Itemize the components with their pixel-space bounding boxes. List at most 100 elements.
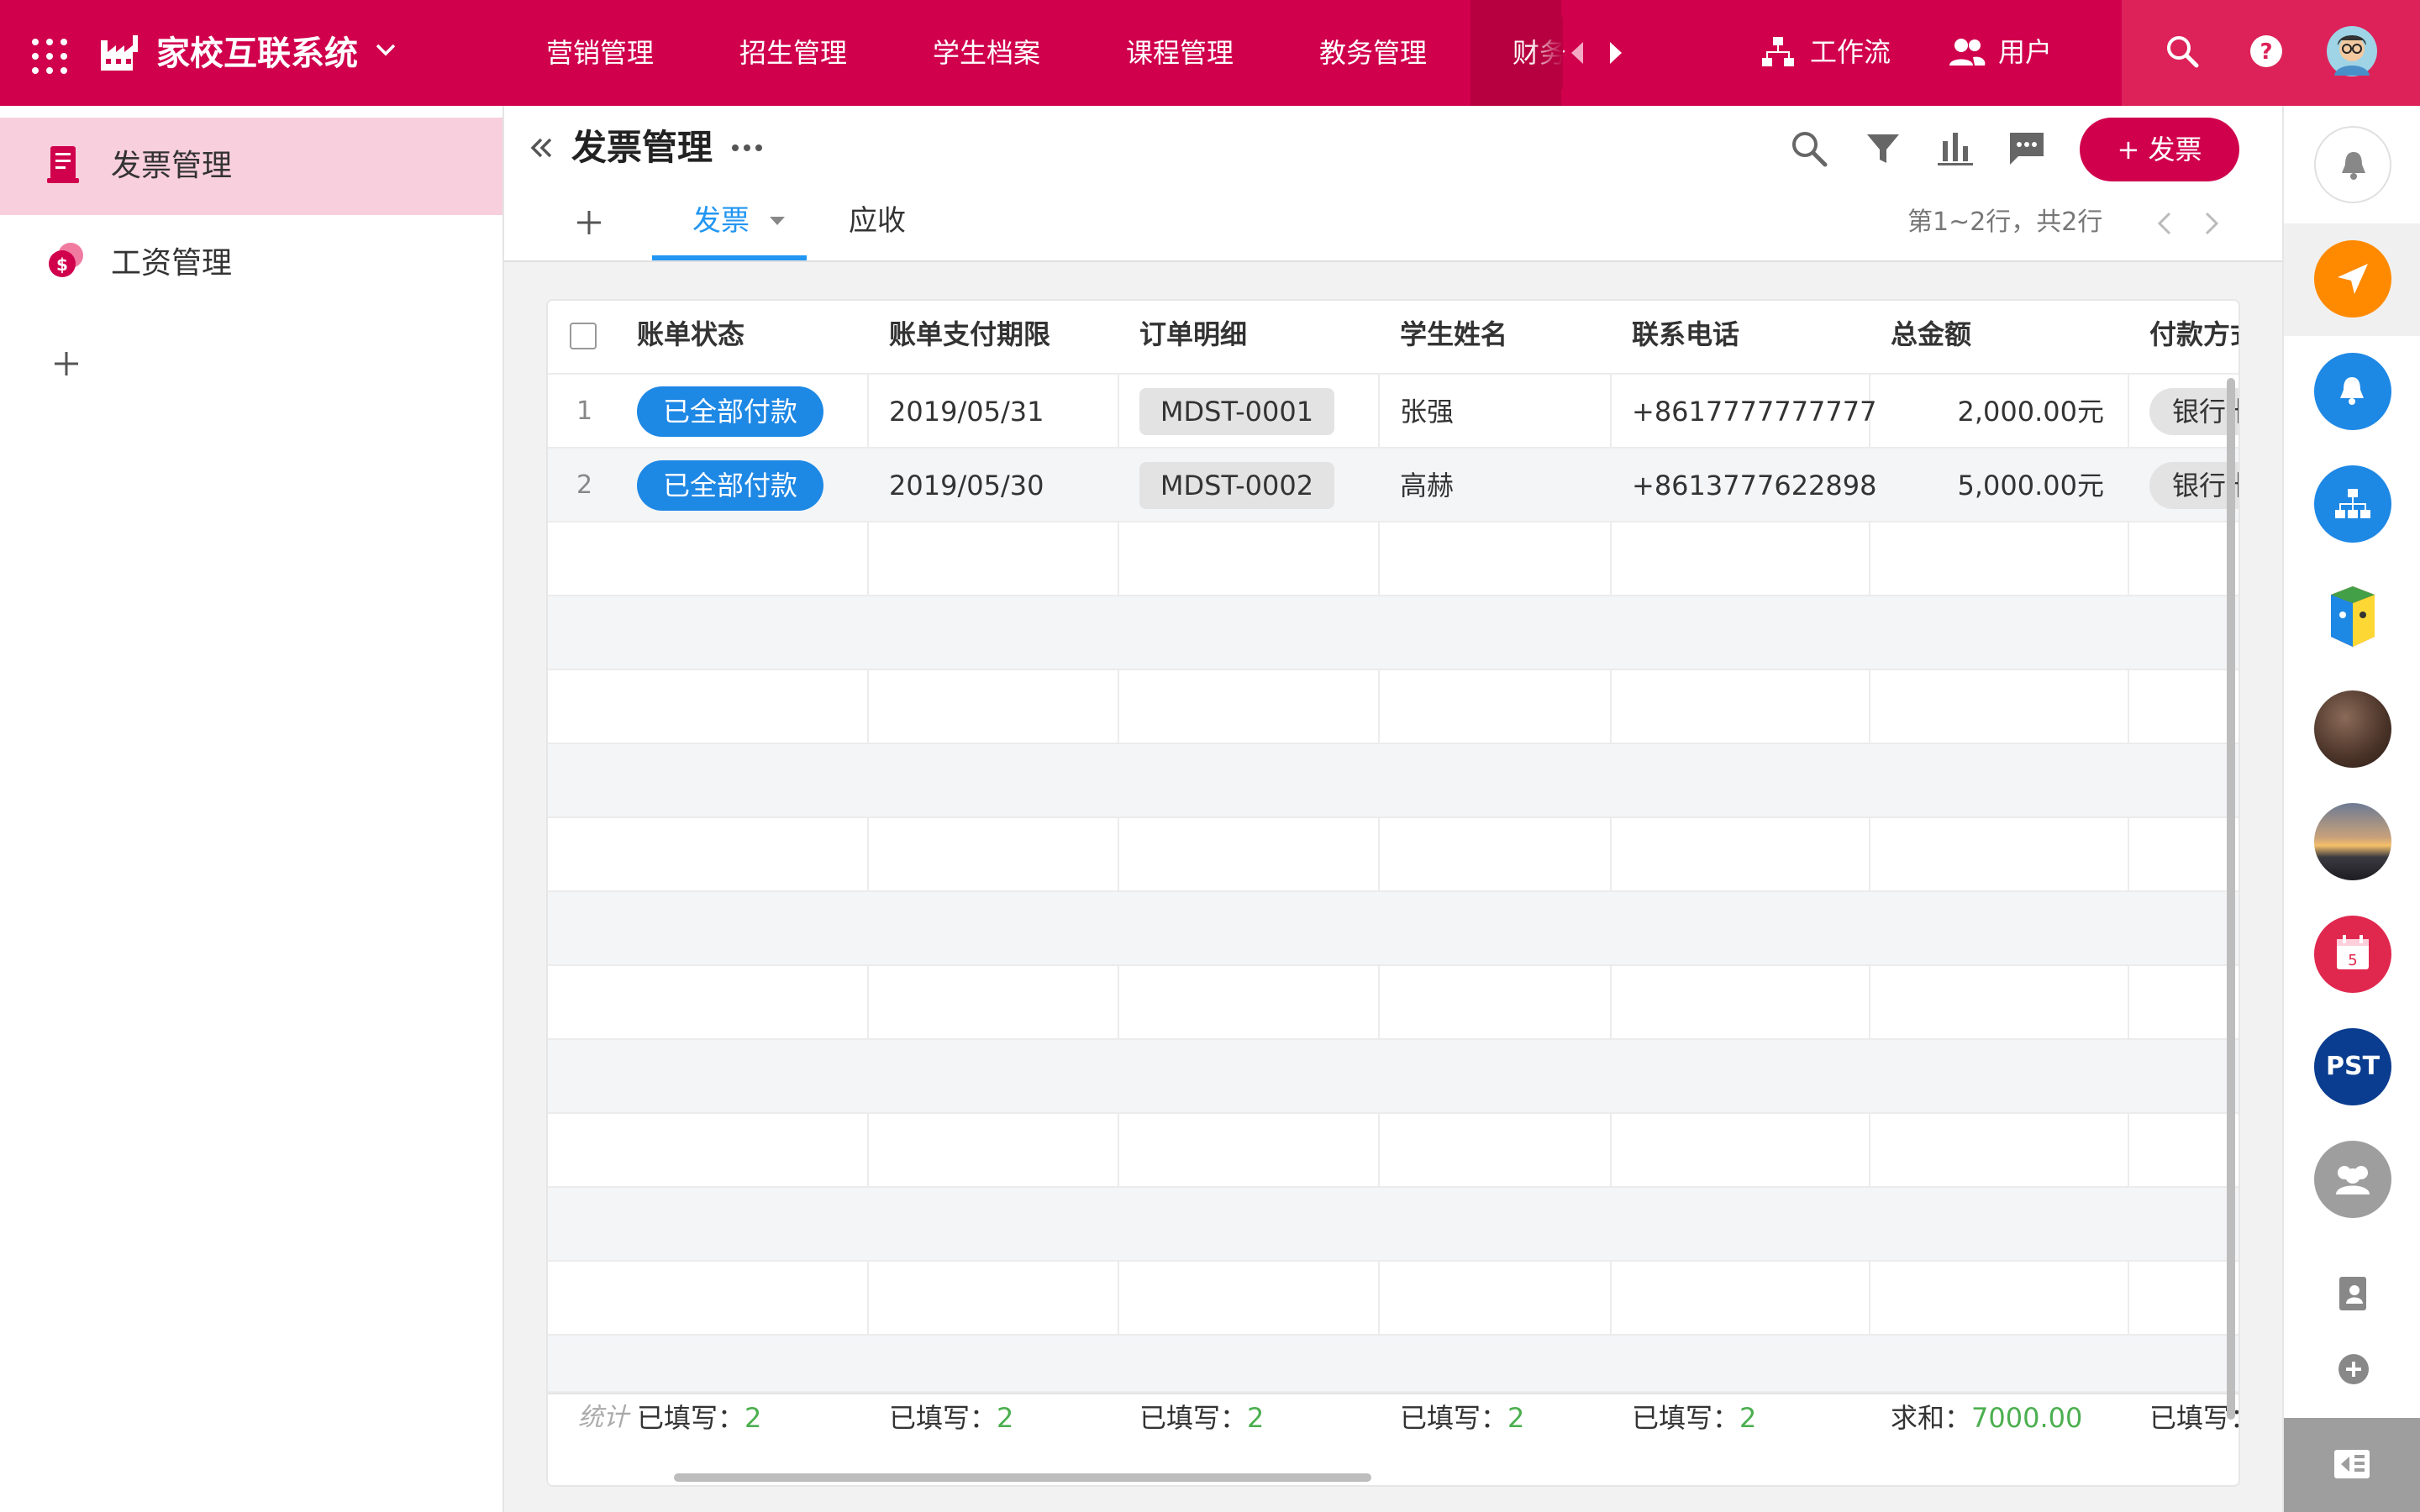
rail-collapse-button[interactable] [2284, 1418, 2420, 1512]
search-icon[interactable] [2165, 34, 2200, 69]
sidebar-item-salary[interactable]: $ 工资管理 [0, 215, 502, 312]
send-button[interactable] [2314, 240, 2391, 318]
stat-cell[interactable]: 已填写：2 [637, 1401, 761, 1435]
nav-academic[interactable]: 教务管理 [1319, 36, 1427, 70]
stat-cell-sum[interactable]: 求和：7000.00 [1891, 1401, 2082, 1435]
calendar-button[interactable]: 5 [2314, 916, 2391, 993]
chevron-down-icon[interactable] [375, 42, 397, 57]
student-name-cell[interactable]: 张强 [1400, 395, 1454, 428]
empty-row [548, 522, 2238, 596]
calendar-day: 5 [2348, 952, 2357, 969]
app-grid-icon[interactable] [32, 39, 67, 74]
add-item-icon[interactable] [52, 349, 81, 378]
stat-cell[interactable]: 已填写：2 [1139, 1401, 1264, 1435]
filter-icon[interactable] [1865, 131, 1901, 166]
select-all-checkbox[interactable] [570, 323, 597, 349]
contact-avatar[interactable] [2314, 690, 2391, 768]
next-page-icon[interactable] [2203, 210, 2222, 237]
status-badge[interactable]: 已全部付款 [637, 460, 823, 511]
empty-row [548, 818, 2238, 892]
workflow-icon [1762, 37, 1794, 66]
stat-cell[interactable]: 已填写：2 [889, 1401, 1013, 1435]
stat-prefix: 已填写： [889, 1402, 997, 1434]
app-title[interactable]: 家校互联系统 [156, 34, 358, 74]
empty-row [548, 892, 2238, 966]
due-date-cell[interactable]: 2019/05/30 [889, 469, 1044, 502]
nav-courses[interactable]: 课程管理 [1126, 36, 1234, 70]
pst-label: PST [2325, 1052, 2381, 1081]
order-chip[interactable]: MDST-0002 [1139, 462, 1334, 509]
add-chat-icon[interactable] [2336, 1352, 2371, 1388]
svg-text:$: $ [56, 255, 68, 275]
empty-row [548, 670, 2238, 744]
tab-dropdown-icon[interactable] [768, 215, 786, 227]
table-row[interactable]: 1 已全部付款 2019/05/31 MDST-0001 张强 +8617777… [548, 375, 2238, 449]
nav-enrollment[interactable]: 招生管理 [739, 36, 847, 70]
app-mascot-icon[interactable] [2314, 578, 2391, 655]
groups-button[interactable] [2314, 1141, 2391, 1218]
tab-receivable[interactable]: 应收 [849, 203, 906, 239]
pst-button[interactable]: PST [2314, 1028, 2391, 1105]
contact-avatar[interactable] [2314, 803, 2391, 880]
notifications-button[interactable] [2314, 126, 2391, 203]
column-header[interactable]: 账单状态 [637, 318, 744, 351]
org-chart-button[interactable] [2314, 465, 2391, 543]
row-number: 2 [576, 470, 593, 500]
row-number: 1 [576, 396, 593, 426]
main-header: 发票管理 + 发票 发票 应收 第1~2行，共2行 [504, 106, 2282, 262]
horizontal-scrollbar[interactable] [674, 1473, 1371, 1482]
stat-value: 2 [1247, 1402, 1265, 1434]
sidebar: 发票管理 $ 工资管理 [0, 106, 504, 1512]
add-invoice-button[interactable]: + 发票 [2080, 118, 2239, 181]
table-row[interactable]: 2 已全部付款 2019/05/30 MDST-0002 高赫 +8613777… [548, 449, 2238, 522]
collapse-sidebar-icon[interactable] [528, 134, 555, 161]
prev-page-icon[interactable] [2154, 210, 2173, 237]
column-header[interactable]: 联系电话 [1632, 318, 1739, 351]
phone-cell[interactable]: +8613777622898 [1632, 469, 1876, 502]
workflow-button[interactable]: 工作流 [1810, 35, 1891, 69]
right-rail: 5 PST [2282, 106, 2420, 1512]
stat-prefix: 已填写： [1632, 1402, 1740, 1434]
sidebar-item-invoice[interactable]: 发票管理 [0, 118, 502, 215]
search-icon[interactable] [1790, 129, 1828, 168]
amount-cell[interactable]: 2,000.00元 [1891, 395, 2104, 428]
student-name-cell[interactable]: 高赫 [1400, 469, 1454, 502]
contacts-book-icon[interactable] [2336, 1275, 2370, 1312]
stat-cell[interactable]: 已填写：2 [1632, 1401, 1756, 1435]
factory-icon [101, 35, 138, 71]
stat-value: 2 [1507, 1402, 1525, 1434]
vertical-scrollbar[interactable] [2227, 378, 2235, 1420]
nav-scroll-right-icon[interactable] [1608, 40, 1623, 66]
svg-text:?: ? [2260, 39, 2272, 65]
collapse-rail-icon [2334, 1450, 2370, 1478]
column-header[interactable]: 总金额 [1891, 318, 1971, 351]
top-bar: 家校互联系统 营销管理 招生管理 学生档案 课程管理 教务管理 财务 工作流 用… [0, 0, 2420, 106]
more-icon[interactable] [731, 143, 763, 153]
phone-cell[interactable]: +8617777777777 [1632, 395, 1876, 428]
tab-active-indicator [652, 255, 807, 260]
chart-icon[interactable] [1938, 129, 1973, 166]
column-header[interactable]: 付款方式 [2149, 318, 2238, 351]
amount-cell[interactable]: 5,000.00元 [1891, 469, 2104, 502]
stat-cell[interactable]: 已填写：2 [1400, 1401, 1524, 1435]
stat-value: 2 [1739, 1402, 1757, 1434]
comment-icon[interactable] [2008, 131, 2045, 166]
stat-value: 2 [744, 1402, 762, 1434]
data-table: 账单状态 账单支付期限 订单明细 学生姓名 联系电话 总金额 付款方式 1 已全… [546, 299, 2240, 1487]
column-header[interactable]: 学生姓名 [1400, 318, 1507, 351]
status-badge[interactable]: 已全部付款 [637, 386, 823, 437]
order-chip[interactable]: MDST-0001 [1139, 388, 1334, 435]
column-header[interactable]: 订单明细 [1139, 318, 1247, 351]
add-view-icon[interactable] [575, 208, 603, 237]
due-date-cell[interactable]: 2019/05/31 [889, 395, 1044, 428]
user-avatar[interactable] [2326, 25, 2378, 77]
tab-invoice[interactable]: 发票 [692, 203, 750, 239]
alerts-button[interactable] [2314, 353, 2391, 430]
users-button[interactable]: 用户 [1998, 35, 2052, 69]
nav-student-files[interactable]: 学生档案 [933, 36, 1040, 70]
nav-marketing[interactable]: 营销管理 [546, 36, 654, 70]
column-header[interactable]: 账单支付期限 [889, 318, 1050, 351]
nav-scroll-left-icon[interactable] [1570, 40, 1585, 66]
empty-row [548, 1040, 2238, 1114]
help-icon[interactable]: ? [2249, 34, 2284, 69]
